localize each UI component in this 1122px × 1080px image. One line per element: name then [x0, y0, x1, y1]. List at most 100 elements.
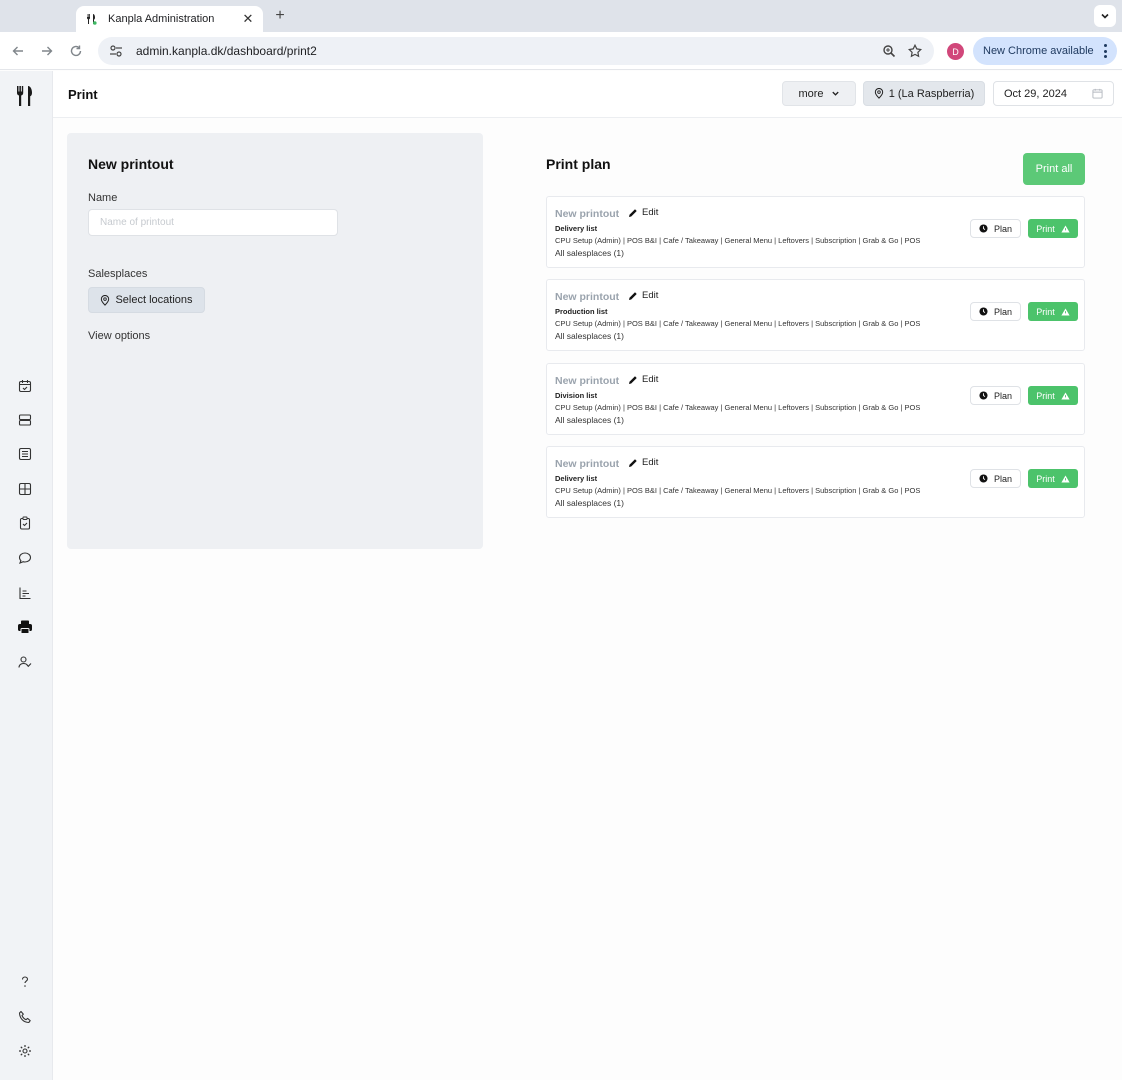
- printout-name: New printout: [555, 375, 620, 387]
- clock-icon: [979, 391, 988, 400]
- kebab-menu-icon[interactable]: [1103, 44, 1107, 58]
- list-icon[interactable]: [16, 445, 34, 463]
- warning-icon: [1061, 307, 1070, 316]
- printout-type: Delivery list: [555, 224, 598, 233]
- plan-button[interactable]: Plan: [970, 302, 1021, 321]
- new-tab-icon[interactable]: +: [270, 6, 290, 26]
- printout-salesplaces: All salesplaces (1): [555, 498, 624, 508]
- printout-type: Delivery list: [555, 474, 598, 483]
- print-all-button[interactable]: Print all: [1023, 153, 1085, 185]
- clock-icon: [979, 474, 988, 483]
- gear-icon[interactable]: [16, 1042, 34, 1060]
- kanpla-favicon-icon: [84, 12, 98, 26]
- select-locations-button[interactable]: Select locations: [88, 287, 205, 313]
- edit-label: Edit: [642, 207, 659, 218]
- location-label: 1 (La Raspberria): [888, 87, 975, 100]
- page-title: Print: [68, 87, 98, 102]
- profile-avatar[interactable]: D: [947, 43, 964, 60]
- back-arrow-icon[interactable]: [8, 41, 28, 61]
- print-label: Print: [1036, 473, 1055, 484]
- tab-search-chevron-icon[interactable]: [1094, 5, 1116, 27]
- edit-button[interactable]: Edit: [628, 374, 658, 385]
- forward-arrow-icon[interactable]: [37, 41, 57, 61]
- plan-label: Plan: [993, 473, 1012, 484]
- address-bar[interactable]: admin.kanpla.dk/dashboard/print2: [98, 37, 934, 65]
- browser-tabstrip: Kanpla Administration ✕ +: [0, 0, 1122, 32]
- pencil-icon: [628, 458, 638, 468]
- chrome-update-button[interactable]: New Chrome available: [973, 37, 1117, 65]
- print-label: Print: [1036, 390, 1055, 401]
- printout-salesplaces: All salesplaces (1): [555, 415, 624, 425]
- user-check-icon[interactable]: [16, 653, 34, 671]
- printout-name: New printout: [555, 291, 620, 303]
- chat-icon[interactable]: [16, 549, 34, 567]
- date-picker[interactable]: Oct 29, 2024: [993, 81, 1114, 106]
- print-button[interactable]: Print: [1028, 386, 1078, 405]
- edit-button[interactable]: Edit: [628, 290, 658, 301]
- plan-button[interactable]: Plan: [970, 386, 1021, 405]
- printout-name-input[interactable]: [88, 209, 338, 236]
- update-label: New Chrome available: [983, 45, 1094, 57]
- view-options-toggle[interactable]: View options: [88, 330, 150, 342]
- new-printout-title: New printout: [88, 156, 174, 172]
- printout-menus: CPU Setup (Admin) | POS B&I | Cafe / Tak…: [555, 319, 921, 328]
- print-button[interactable]: Print: [1028, 219, 1078, 238]
- pencil-icon: [628, 208, 638, 218]
- warning-icon: [1061, 224, 1070, 233]
- print-plan-card: New printout Edit Delivery list CPU Setu…: [546, 196, 1085, 268]
- fork-knife-icon[interactable]: [14, 85, 38, 107]
- printout-salesplaces: All salesplaces (1): [555, 248, 624, 258]
- new-printout-panel: New printout Name Salesplaces Select loc…: [67, 133, 483, 549]
- location-select-button[interactable]: 1 (La Raspberria): [863, 81, 985, 106]
- browser-toolbar: admin.kanpla.dk/dashboard/print2 D New C…: [0, 32, 1122, 70]
- print-button[interactable]: Print: [1028, 469, 1078, 488]
- clipboard-icon[interactable]: [16, 514, 34, 532]
- printer-icon[interactable]: [16, 618, 34, 636]
- plan-button[interactable]: Plan: [970, 469, 1021, 488]
- more-dropdown-button[interactable]: more: [782, 81, 856, 106]
- phone-icon[interactable]: [16, 1008, 34, 1026]
- zoom-icon[interactable]: [880, 42, 898, 60]
- chevron-down-icon: [831, 89, 840, 98]
- site-settings-icon[interactable]: [108, 43, 124, 59]
- close-tab-icon[interactable]: ✕: [241, 11, 255, 27]
- printout-name: New printout: [555, 458, 620, 470]
- printout-menus: CPU Setup (Admin) | POS B&I | Cafe / Tak…: [555, 236, 921, 245]
- grid-icon[interactable]: [16, 480, 34, 498]
- printout-name: New printout: [555, 208, 620, 220]
- printout-salesplaces: All salesplaces (1): [555, 331, 624, 341]
- select-locations-label: Select locations: [115, 294, 193, 306]
- calendar-icon[interactable]: [16, 377, 34, 395]
- print-plan-title: Print plan: [546, 156, 611, 172]
- printout-menus: CPU Setup (Admin) | POS B&I | Cafe / Tak…: [555, 403, 921, 412]
- map-pin-icon: [874, 88, 884, 99]
- edit-label: Edit: [642, 457, 659, 468]
- edit-label: Edit: [642, 374, 659, 385]
- pencil-icon: [628, 291, 638, 301]
- warning-icon: [1061, 391, 1070, 400]
- print-plan-card: New printout Edit Division list CPU Setu…: [546, 363, 1085, 435]
- bookmark-star-icon[interactable]: [906, 42, 924, 60]
- browser-tab[interactable]: Kanpla Administration ✕: [76, 6, 263, 32]
- map-pin-icon: [100, 294, 110, 306]
- server-icon[interactable]: [16, 411, 34, 429]
- print-plan-card: New printout Edit Production list CPU Se…: [546, 279, 1085, 351]
- printout-type: Production list: [555, 307, 608, 316]
- edit-button[interactable]: Edit: [628, 207, 658, 218]
- bar-chart-icon[interactable]: [16, 584, 34, 602]
- salesplaces-label: Salesplaces: [88, 268, 148, 280]
- printout-menus: CPU Setup (Admin) | POS B&I | Cafe / Tak…: [555, 486, 921, 495]
- clock-icon: [979, 307, 988, 316]
- reload-icon[interactable]: [66, 41, 86, 61]
- print-label: Print: [1036, 223, 1055, 234]
- warning-icon: [1061, 474, 1070, 483]
- plan-button[interactable]: Plan: [970, 219, 1021, 238]
- print-label: Print: [1036, 306, 1055, 317]
- print-button[interactable]: Print: [1028, 302, 1078, 321]
- help-icon[interactable]: [16, 973, 34, 991]
- edit-button[interactable]: Edit: [628, 457, 658, 468]
- printout-type: Division list: [555, 391, 598, 400]
- calendar-icon: [1092, 88, 1103, 99]
- plan-label: Plan: [993, 223, 1012, 234]
- date-value: Oct 29, 2024: [1004, 87, 1067, 100]
